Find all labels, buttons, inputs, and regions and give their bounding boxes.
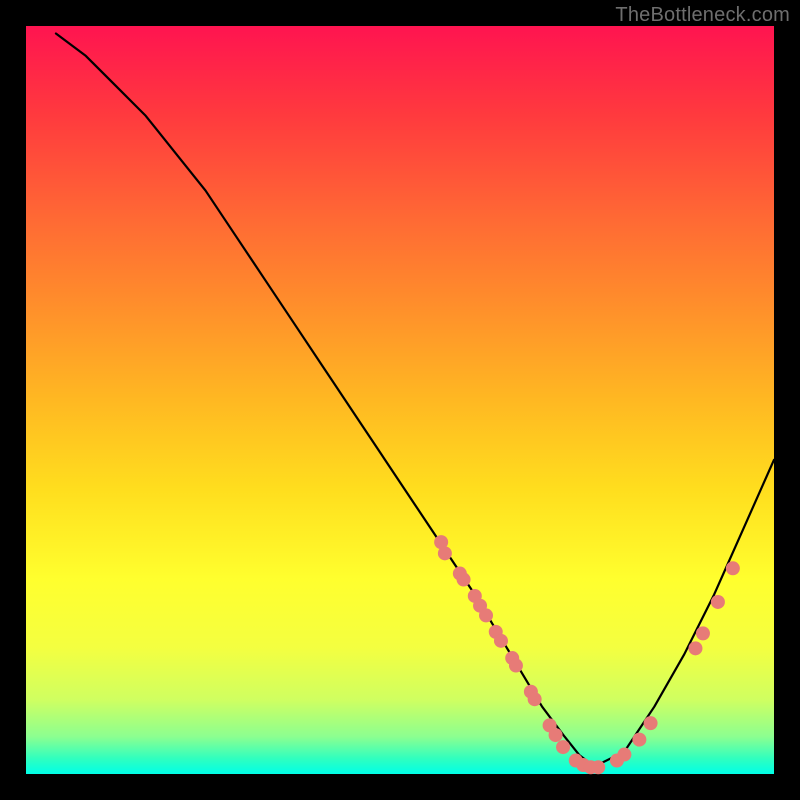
highlight-point <box>438 546 452 560</box>
highlight-point <box>509 659 523 673</box>
highlight-point <box>726 561 740 575</box>
highlight-point <box>528 692 542 706</box>
highlight-point <box>688 641 702 655</box>
chart-overlay <box>26 26 774 774</box>
highlight-point <box>644 716 658 730</box>
highlight-point <box>494 634 508 648</box>
highlight-point <box>549 728 563 742</box>
highlight-point <box>479 608 493 622</box>
highlight-point <box>696 626 710 640</box>
highlight-point <box>617 748 631 762</box>
bottleneck-curve-line <box>56 33 774 766</box>
highlight-point <box>457 573 471 587</box>
highlight-point <box>632 733 646 747</box>
highlight-point <box>591 760 605 774</box>
highlight-point <box>556 740 570 754</box>
highlight-points-group <box>434 535 740 774</box>
highlight-point <box>711 595 725 609</box>
watermark-text: TheBottleneck.com <box>615 4 790 27</box>
